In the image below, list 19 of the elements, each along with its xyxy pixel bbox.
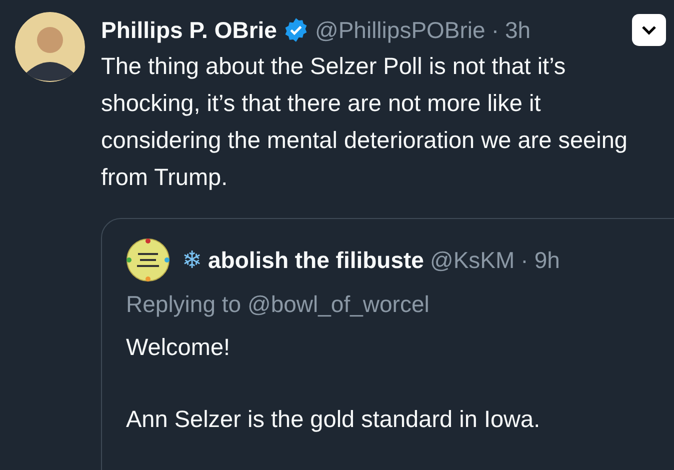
snowflake-icon: ❄ (182, 246, 202, 274)
post-time[interactable]: 9h (534, 246, 560, 274)
quoted-post-text: Welcome! (126, 333, 232, 362)
avatar-icon[interactable] (126, 238, 170, 282)
replying-label: Replying to (126, 291, 242, 317)
separator-dot: · (491, 16, 499, 44)
separator-dot: · (520, 246, 528, 274)
user-handle[interactable]: @PhillipsPOBrie (314, 16, 486, 44)
avatar-icon[interactable] (15, 12, 85, 82)
more-button[interactable] (632, 14, 666, 46)
chevron-down-icon (640, 24, 658, 36)
display-name[interactable]: Phillips P. OBrie (101, 16, 277, 44)
reply-handle-link[interactable]: @bowl_of_worcel (247, 291, 430, 317)
display-name[interactable]: abolish the filibuste (208, 246, 424, 274)
post-time[interactable]: 3h (505, 16, 531, 44)
quoted-post-card[interactable]: ❄ abolish the filibuste @KsKM · 9h Replying to @bowl_of_worcel Welcome! Ann Selzer is the gold standard in Iowa. (101, 218, 674, 470)
post-text: The thing about the Selzer Poll is not that it’s shocking, it’s that there are not more like it considering the mental deterioration we are seeing from Trump. (101, 52, 628, 192)
quoted-post-text: Ann Selzer is the gold standard in Iowa. (126, 405, 542, 434)
user-handle[interactable]: @KsKM (430, 246, 515, 274)
